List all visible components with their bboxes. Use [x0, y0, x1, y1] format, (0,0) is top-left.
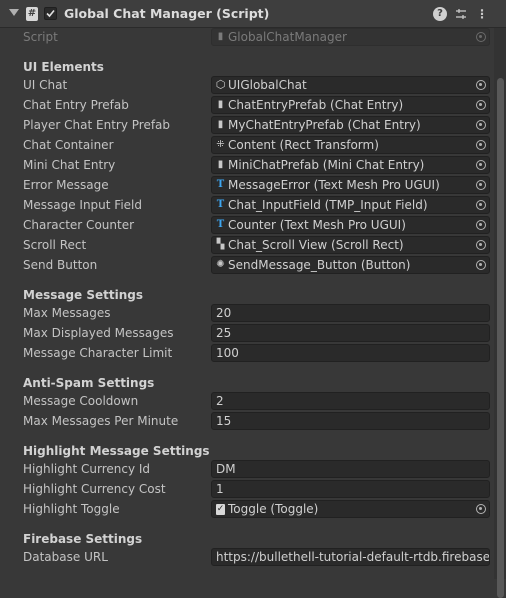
- field-label: Message Cooldown: [23, 394, 139, 408]
- button-icon: ✺: [216, 259, 225, 270]
- field-label: Send Button: [23, 258, 98, 272]
- section-anti-spam-settings: Anti-Spam Settings: [23, 376, 155, 390]
- field-label: Highlight Currency Cost: [23, 482, 166, 496]
- field-label: Highlight Toggle: [23, 502, 120, 516]
- scrollbar-thumb[interactable]: [497, 78, 504, 598]
- script-label: Script: [23, 30, 58, 44]
- field-label: Database URL: [23, 550, 108, 564]
- field-value: 15: [216, 414, 232, 428]
- field-value: 20: [216, 306, 232, 320]
- field-value: DM: [216, 462, 236, 476]
- kebab-menu-icon[interactable]: ⋮: [475, 7, 489, 21]
- highlight-toggle-field[interactable]: ✓ Toggle (Toggle): [211, 500, 490, 518]
- script-file-icon: ▮: [217, 31, 224, 42]
- field-value: 1: [216, 482, 224, 496]
- field-label: Max Displayed Messages: [23, 326, 174, 340]
- scroll-rect-field[interactable]: ▚ Chat_Scroll View (Scroll Rect): [211, 236, 490, 254]
- field-label: Chat Container: [23, 138, 114, 152]
- script-file-icon: ▮: [217, 159, 224, 170]
- field-value: MessageError (Text Mesh Pro UGUI): [228, 178, 440, 192]
- object-picker-icon[interactable]: [476, 80, 486, 90]
- message-cooldown-input[interactable]: 2: [211, 392, 490, 410]
- script-value: GlobalChatManager: [228, 30, 347, 44]
- object-picker-icon[interactable]: [476, 240, 486, 250]
- field-label: Mini Chat Entry: [23, 158, 116, 172]
- field-value: UIGlobalChat: [228, 78, 307, 92]
- field-value: MiniChatPrefab (Mini Chat Entry): [228, 158, 425, 172]
- field-value: MyChatEntryPrefab (Chat Entry): [228, 118, 421, 132]
- script-file-icon: #: [26, 7, 38, 21]
- help-icon[interactable]: ?: [433, 7, 447, 21]
- field-label: Error Message: [23, 178, 109, 192]
- object-picker-icon[interactable]: [476, 200, 486, 210]
- textmeshpro-icon: T: [216, 219, 225, 230]
- error-message-field[interactable]: T MessageError (Text Mesh Pro UGUI): [211, 176, 490, 194]
- database-url-input[interactable]: https://bullethell-tutorial-default-rtdb…: [211, 548, 490, 566]
- object-picker-icon[interactable]: [476, 160, 486, 170]
- max-displayed-messages-input[interactable]: 25: [211, 324, 490, 342]
- scroll-rect-icon: ▚: [216, 239, 225, 250]
- textmeshpro-icon: T: [216, 179, 225, 190]
- field-value: 25: [216, 326, 232, 340]
- foldout-arrow-icon[interactable]: [9, 9, 19, 16]
- ui-chat-field[interactable]: ⬡ UIGlobalChat: [211, 76, 490, 94]
- message-input-field-field[interactable]: T Chat_InputField (TMP_Input Field): [211, 196, 490, 214]
- script-file-icon: ▮: [217, 99, 224, 110]
- script-file-icon: ▮: [217, 119, 224, 130]
- field-label: Chat Entry Prefab: [23, 98, 129, 112]
- field-label: Max Messages: [23, 306, 111, 320]
- object-picker-icon[interactable]: [476, 140, 486, 150]
- field-label: Max Messages Per Minute: [23, 414, 179, 428]
- chat-entry-prefab-field[interactable]: ▮ ChatEntryPrefab (Chat Entry): [211, 96, 490, 114]
- mini-chat-entry-field[interactable]: ▮ MiniChatPrefab (Mini Chat Entry): [211, 156, 490, 174]
- presets-icon[interactable]: [454, 7, 468, 21]
- max-messages-input[interactable]: 20: [211, 304, 490, 322]
- character-counter-field[interactable]: T Counter (Text Mesh Pro UGUI): [211, 216, 490, 234]
- player-chat-entry-prefab-field[interactable]: ▮ MyChatEntryPrefab (Chat Entry): [211, 116, 490, 134]
- highlight-currency-cost-input[interactable]: 1: [211, 480, 490, 498]
- field-value: Counter (Text Mesh Pro UGUI): [228, 218, 406, 232]
- object-picker-icon[interactable]: [476, 504, 486, 514]
- object-picker-icon[interactable]: [476, 120, 486, 130]
- script-field: ▮ GlobalChatManager: [211, 28, 490, 46]
- chat-container-field[interactable]: ⁜ Content (Rect Transform): [211, 136, 490, 154]
- object-picker-icon[interactable]: [476, 180, 486, 190]
- field-label: Highlight Currency Id: [23, 462, 151, 476]
- field-value: Content (Rect Transform): [228, 138, 379, 152]
- field-label: Message Character Limit: [23, 346, 173, 360]
- field-value: SendMessage_Button (Button): [228, 258, 411, 272]
- object-picker-icon: [476, 32, 486, 42]
- component-enabled-checkbox[interactable]: [44, 7, 57, 20]
- component-title: Global Chat Manager (Script): [64, 6, 270, 21]
- field-value: 100: [216, 346, 239, 360]
- field-value: 2: [216, 394, 224, 408]
- send-button-field[interactable]: ✺ SendMessage_Button (Button): [211, 256, 490, 274]
- message-character-limit-input[interactable]: 100: [211, 344, 490, 362]
- object-picker-icon[interactable]: [476, 100, 486, 110]
- field-label: UI Chat: [23, 78, 68, 92]
- field-value: Chat_InputField (TMP_Input Field): [228, 198, 428, 212]
- object-picker-icon[interactable]: [476, 220, 486, 230]
- field-label: Message Input Field: [23, 198, 142, 212]
- section-firebase-settings: Firebase Settings: [23, 532, 143, 546]
- component-header: # Global Chat Manager (Script) ? ⋮: [0, 0, 506, 28]
- field-value: ChatEntryPrefab (Chat Entry): [228, 98, 404, 112]
- highlight-currency-id-input[interactable]: DM: [211, 460, 490, 478]
- section-message-settings: Message Settings: [23, 288, 144, 302]
- rect-transform-icon: ⁜: [216, 139, 225, 150]
- field-value: Chat_Scroll View (Scroll Rect): [228, 238, 404, 252]
- textmeshpro-icon: T: [216, 199, 225, 210]
- section-ui-elements: UI Elements: [23, 60, 104, 74]
- vertical-scrollbar[interactable]: [494, 28, 506, 598]
- field-label: Character Counter: [23, 218, 135, 232]
- field-label: Player Chat Entry Prefab: [23, 118, 171, 132]
- field-value: Toggle (Toggle): [228, 502, 319, 516]
- max-messages-per-minute-input[interactable]: 15: [211, 412, 490, 430]
- field-value: https://bullethell-tutorial-default-rtdb…: [216, 550, 490, 564]
- section-highlight-message-settings: Highlight Message Settings: [23, 444, 210, 458]
- gameobject-cube-icon: ⬡: [215, 78, 226, 91]
- object-picker-icon[interactable]: [476, 260, 486, 270]
- toggle-icon: ✓: [216, 504, 225, 515]
- field-label: Scroll Rect: [23, 238, 87, 252]
